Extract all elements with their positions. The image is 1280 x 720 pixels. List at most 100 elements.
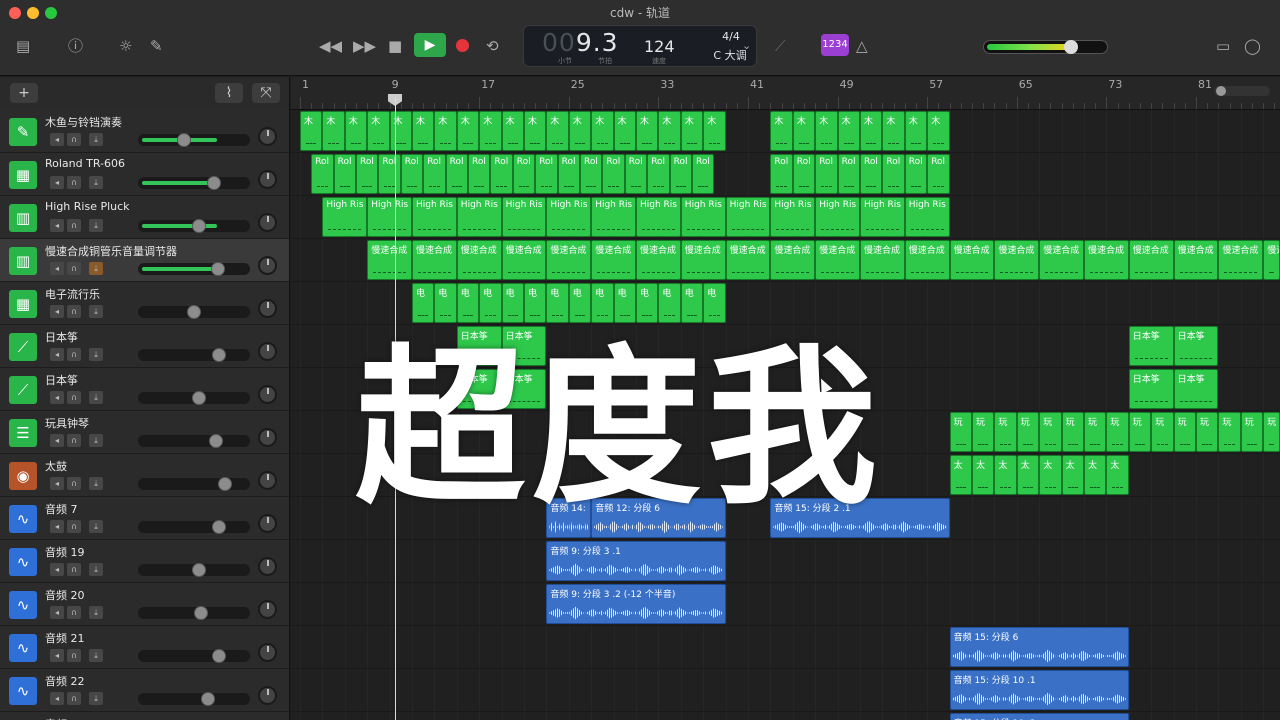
midi-region[interactable]: 木 xyxy=(837,111,860,151)
headphones-icon[interactable]: ∩ xyxy=(67,692,81,705)
midi-region[interactable]: 木 xyxy=(479,111,502,151)
midi-region[interactable]: Rol xyxy=(490,154,513,194)
midi-region[interactable]: High Ris xyxy=(636,197,681,237)
midi-region[interactable]: 慢速合成 xyxy=(636,240,681,280)
track-lane[interactable] xyxy=(291,626,1280,669)
volume-knob[interactable] xyxy=(191,563,206,577)
midi-region[interactable]: Rol xyxy=(311,154,334,194)
pan-knob[interactable] xyxy=(258,213,277,232)
mute-icon[interactable]: ◂ xyxy=(50,520,64,533)
master-volume-knob[interactable] xyxy=(1063,40,1078,54)
volume-knob[interactable] xyxy=(218,477,233,491)
pan-knob[interactable] xyxy=(258,557,277,576)
midi-region[interactable]: High Ris xyxy=(904,197,950,237)
headphones-icon[interactable]: ∩ xyxy=(67,219,81,232)
track-lane[interactable] xyxy=(291,712,1280,720)
track-name[interactable]: 音频 20 xyxy=(45,587,85,603)
track-name[interactable]: 玩具钟琴 xyxy=(45,415,89,431)
track-lane[interactable] xyxy=(291,540,1280,583)
track-name[interactable]: 太鼓 xyxy=(45,458,67,474)
headphones-icon[interactable]: ∩ xyxy=(67,133,81,146)
track-name[interactable]: 音频 23 xyxy=(45,716,85,720)
midi-region[interactable]: Rol xyxy=(535,154,558,194)
midi-region[interactable]: 太 xyxy=(1039,455,1062,495)
midi-region[interactable]: High Ris xyxy=(501,197,547,237)
stop-button[interactable]: ■ xyxy=(388,36,402,56)
volume-slider[interactable] xyxy=(138,649,250,663)
volume-knob[interactable] xyxy=(193,606,208,620)
midi-region[interactable]: High Ris xyxy=(591,197,636,237)
midi-region[interactable]: 木 xyxy=(792,111,816,151)
midi-region[interactable]: Rol xyxy=(557,154,580,194)
record-enable-icon[interactable]: ⤓ xyxy=(89,434,103,447)
track-header[interactable]: ◉ 太鼓 ◂ ∩ ⤓ xyxy=(0,454,289,497)
midi-region[interactable]: Rol xyxy=(400,154,424,194)
midi-region[interactable]: 木 xyxy=(501,111,524,151)
midi-region[interactable]: 玩 xyxy=(1263,412,1280,452)
track-header[interactable]: ⟋ 日本筝 ◂ ∩ ⤓ xyxy=(0,325,289,368)
midi-region[interactable]: Rol xyxy=(882,154,905,194)
record-enable-icon[interactable]: ⤓ xyxy=(89,477,103,490)
track-name[interactable]: High Rise Pluck xyxy=(45,200,130,213)
catch-playhead-icon[interactable]: ⤧ xyxy=(252,83,280,103)
track-name[interactable]: 日本筝 xyxy=(45,372,78,388)
record-enable-icon[interactable]: ⤓ xyxy=(89,219,103,232)
volume-knob[interactable] xyxy=(211,348,226,362)
midi-region[interactable]: 慢速合成 xyxy=(501,240,547,280)
record-enable-icon[interactable]: ⤓ xyxy=(89,133,103,146)
mute-icon[interactable]: ◂ xyxy=(50,176,64,189)
volume-knob[interactable] xyxy=(187,305,201,319)
volume-slider[interactable] xyxy=(138,133,250,147)
midi-region[interactable]: 玩 xyxy=(1218,412,1241,452)
midi-region[interactable]: 慢速合成 xyxy=(1263,240,1280,280)
midi-region[interactable]: High Ris xyxy=(815,197,860,237)
mute-icon[interactable]: ◂ xyxy=(50,391,64,404)
rewind-button[interactable]: ◀◀ xyxy=(319,36,342,56)
midi-region[interactable]: 木 xyxy=(591,111,614,151)
metronome-icon[interactable]: △ xyxy=(856,36,868,56)
midi-region[interactable]: Rol xyxy=(468,154,491,194)
midi-region[interactable]: High Ris xyxy=(860,197,905,237)
volume-slider[interactable] xyxy=(138,606,250,620)
midi-region[interactable]: 慢速合成 xyxy=(815,240,860,280)
tuner-icon[interactable]: ⟋ xyxy=(775,36,786,56)
midi-region[interactable]: High Ris xyxy=(367,197,412,237)
midi-region[interactable]: 太 xyxy=(972,455,995,495)
pan-knob[interactable] xyxy=(258,127,277,146)
midi-region[interactable]: Rol xyxy=(624,154,648,194)
cycle-icon[interactable]: ⟲ xyxy=(486,36,499,56)
help-icon[interactable]: ⓘ xyxy=(68,36,83,56)
midi-region[interactable]: 日本筝 xyxy=(1128,326,1174,366)
chevron-down-icon[interactable]: ⌄ xyxy=(742,36,751,56)
midi-region[interactable]: 日本筝 xyxy=(1173,326,1219,366)
mute-icon[interactable]: ◂ xyxy=(50,305,64,318)
midi-region[interactable]: 木 xyxy=(322,111,345,151)
mute-icon[interactable]: ◂ xyxy=(50,477,64,490)
pan-knob[interactable] xyxy=(258,342,277,361)
volume-slider[interactable] xyxy=(138,262,250,276)
midi-region[interactable]: 木 xyxy=(770,111,793,151)
midi-region[interactable]: 木 xyxy=(568,111,592,151)
lcd-tempo[interactable]: 124 xyxy=(644,37,675,56)
headphones-icon[interactable]: ∩ xyxy=(67,348,81,361)
track-name[interactable]: 音频 21 xyxy=(45,630,85,646)
track-header[interactable]: ∿ 音频 7 ◂ ∩ ⤓ xyxy=(0,497,289,540)
midi-region[interactable]: Rol xyxy=(423,154,446,194)
midi-region[interactable]: High Ris xyxy=(546,197,592,237)
record-enable-icon[interactable]: ⤓ xyxy=(89,606,103,619)
midi-region[interactable]: Rol xyxy=(580,154,603,194)
midi-region[interactable]: 木 xyxy=(344,111,368,151)
volume-slider[interactable] xyxy=(138,305,250,319)
midi-region[interactable]: Rol xyxy=(927,154,950,194)
volume-slider[interactable] xyxy=(138,219,250,233)
track-header[interactable]: ✎ 木鱼与铃铛演奏 ◂ ∩ ⤓ xyxy=(0,110,289,153)
volume-slider[interactable] xyxy=(138,434,250,448)
midi-region[interactable]: Rol xyxy=(512,154,536,194)
midi-region[interactable]: 慢速合成 xyxy=(1218,240,1264,280)
loop-browser-icon[interactable]: ◯ xyxy=(1244,36,1261,56)
headphones-icon[interactable]: ∩ xyxy=(67,563,81,576)
midi-region[interactable]: 日本筝 xyxy=(1128,369,1174,409)
volume-knob[interactable] xyxy=(206,176,221,190)
headphones-icon[interactable]: ∩ xyxy=(67,434,81,447)
midi-region[interactable]: 木 xyxy=(636,111,659,151)
